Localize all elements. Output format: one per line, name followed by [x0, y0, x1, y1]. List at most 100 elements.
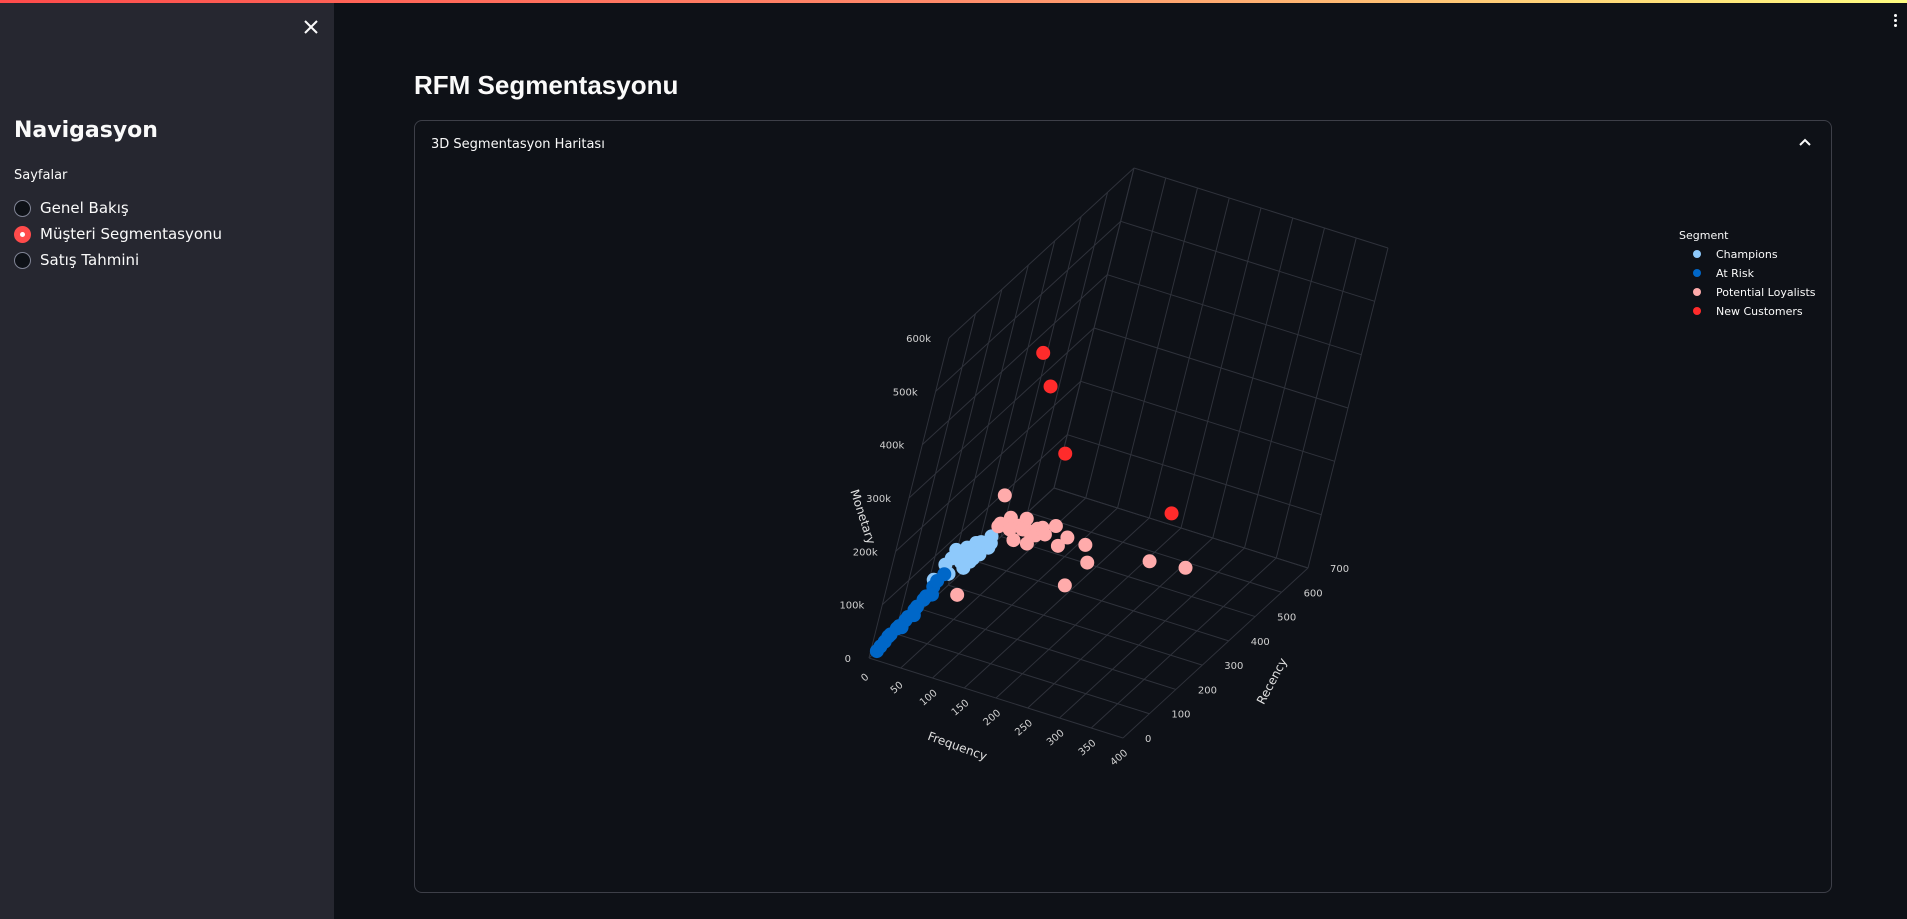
legend-marker — [1693, 307, 1701, 315]
z-tick-label: 600k — [906, 334, 931, 345]
grid-line — [995, 527, 1182, 699]
grid-line — [1122, 567, 1309, 739]
data-point — [972, 547, 987, 562]
grid-line — [908, 327, 1095, 499]
z-tick-label: 200k — [853, 547, 878, 558]
radio-option-satis-tahmini[interactable]: Satış Tahmini — [14, 247, 222, 273]
data-point — [1002, 522, 1017, 537]
legend-item[interactable]: New Customers — [1716, 305, 1803, 318]
data-point — [1057, 578, 1072, 593]
radio-button-selected-icon[interactable] — [14, 225, 31, 243]
grid-line — [948, 584, 1203, 666]
z-tick-label: 0 — [845, 654, 851, 665]
radio-button-icon[interactable] — [14, 199, 31, 217]
radio-option-genel-bakis[interactable]: Genel Bakış — [14, 195, 222, 221]
y-tick-label: 600 — [1304, 588, 1323, 599]
menu-dot-icon — [1893, 14, 1897, 17]
data-point — [1043, 379, 1058, 394]
grid-line — [1000, 536, 1256, 618]
data-point — [1080, 555, 1095, 570]
legend-item[interactable]: At Risk — [1716, 267, 1755, 280]
grid-line — [1090, 557, 1277, 729]
chart-legend[interactable]: Segment Champions At Risk Potential Loyalis… — [1679, 229, 1816, 318]
radio-option-label: Genel Bakış — [40, 199, 129, 217]
y-tick-label: 200 — [1198, 685, 1217, 696]
rfm-3d-scatter-chart[interactable]: 0 50 100 150 200 250 300 350 400 0 100 200 300 400 500… — [415, 121, 1831, 892]
grid-line — [948, 167, 1135, 339]
data-point — [937, 567, 952, 582]
grid-line — [921, 274, 1108, 446]
top-loading-bar — [0, 0, 1907, 3]
radio-group-label: Sayfalar — [14, 168, 68, 183]
radio-button-icon[interactable] — [14, 251, 31, 269]
grid-line — [921, 608, 1177, 690]
menu-dot-icon — [1893, 24, 1897, 27]
grid-line — [1275, 237, 1357, 559]
legend-item[interactable]: Potential Loyalists — [1716, 286, 1816, 299]
x-tick-label: 100 — [918, 688, 940, 709]
data-point — [1178, 560, 1193, 575]
data-point — [997, 488, 1012, 503]
grid-line — [1212, 217, 1294, 539]
data-point — [1036, 345, 1051, 360]
y-tick-label: 700 — [1330, 564, 1349, 575]
close-icon — [304, 20, 318, 34]
legend-item[interactable]: Champions — [1716, 248, 1778, 261]
segmentation-expander: 3D Segmentasyon Haritası 0 50 100 150 200 250… — [414, 120, 1832, 893]
x-tick-label: 50 — [889, 680, 906, 697]
close-sidebar-button[interactable] — [300, 16, 322, 38]
data-point — [1048, 519, 1063, 534]
y-tick-label: 100 — [1171, 710, 1190, 721]
legend-marker — [1693, 250, 1701, 258]
main-menu-button[interactable] — [1890, 14, 1900, 34]
x-tick-label: 250 — [1013, 718, 1035, 739]
x-tick-label: 0 — [859, 672, 871, 685]
data-point — [1142, 554, 1157, 569]
x-axis-title: Frequency — [926, 729, 989, 763]
y-tick-label: 0 — [1145, 734, 1151, 745]
data-point — [1019, 536, 1034, 551]
z-tick-label: 400k — [879, 441, 904, 452]
grid-line — [1000, 216, 1082, 537]
grid-line — [974, 560, 1229, 642]
radio-option-musteri-segmentasyonu[interactable]: Müşteri Segmentasyonu — [14, 221, 222, 247]
z-tick-label: 500k — [893, 387, 918, 398]
grid-line — [1085, 177, 1167, 499]
data-point — [1058, 446, 1073, 461]
grid-line — [868, 657, 1124, 739]
grid-line — [1148, 197, 1230, 519]
z-tick-label: 300k — [866, 494, 891, 505]
grid-line — [1053, 167, 1135, 489]
radio-option-label: Müşteri Segmentasyonu — [40, 225, 223, 243]
grid-line — [895, 633, 1150, 715]
menu-dot-icon — [1893, 19, 1897, 22]
x-tick-label: 400 — [1109, 748, 1131, 769]
data-point — [983, 536, 998, 551]
data-point — [1015, 522, 1030, 537]
data-point — [950, 587, 965, 602]
data-point — [1164, 506, 1179, 521]
page-title: RFM Segmentasyonu — [414, 70, 679, 100]
data-point — [1078, 537, 1093, 552]
sidebar-title: Navigasyon — [14, 118, 158, 143]
legend-title: Segment — [1679, 229, 1729, 242]
grid-line — [935, 220, 1122, 392]
y-tick-label: 400 — [1251, 637, 1270, 648]
grid-line — [1307, 247, 1389, 569]
sidebar: Navigasyon Sayfalar Genel Bakış Müşteri … — [0, 0, 334, 919]
y-tick-label: 500 — [1277, 613, 1296, 624]
x-tick-label: 150 — [950, 698, 972, 719]
data-point — [1050, 538, 1065, 553]
data-point — [906, 608, 921, 623]
page-radio-group: Genel Bakış Müşteri Segmentasyonu Satış … — [14, 195, 222, 273]
legend-marker — [1693, 288, 1701, 296]
data-point — [924, 587, 939, 602]
x-tick-label: 300 — [1045, 728, 1067, 749]
x-tick-label: 350 — [1077, 738, 1099, 759]
y-axis-title: Recency — [1254, 656, 1290, 707]
z-tick-label: 100k — [839, 601, 864, 612]
y-tick-label: 300 — [1224, 661, 1243, 672]
grid-line — [1244, 227, 1325, 549]
x-tick-label: 200 — [982, 708, 1004, 729]
chart-grid — [868, 167, 1389, 739]
